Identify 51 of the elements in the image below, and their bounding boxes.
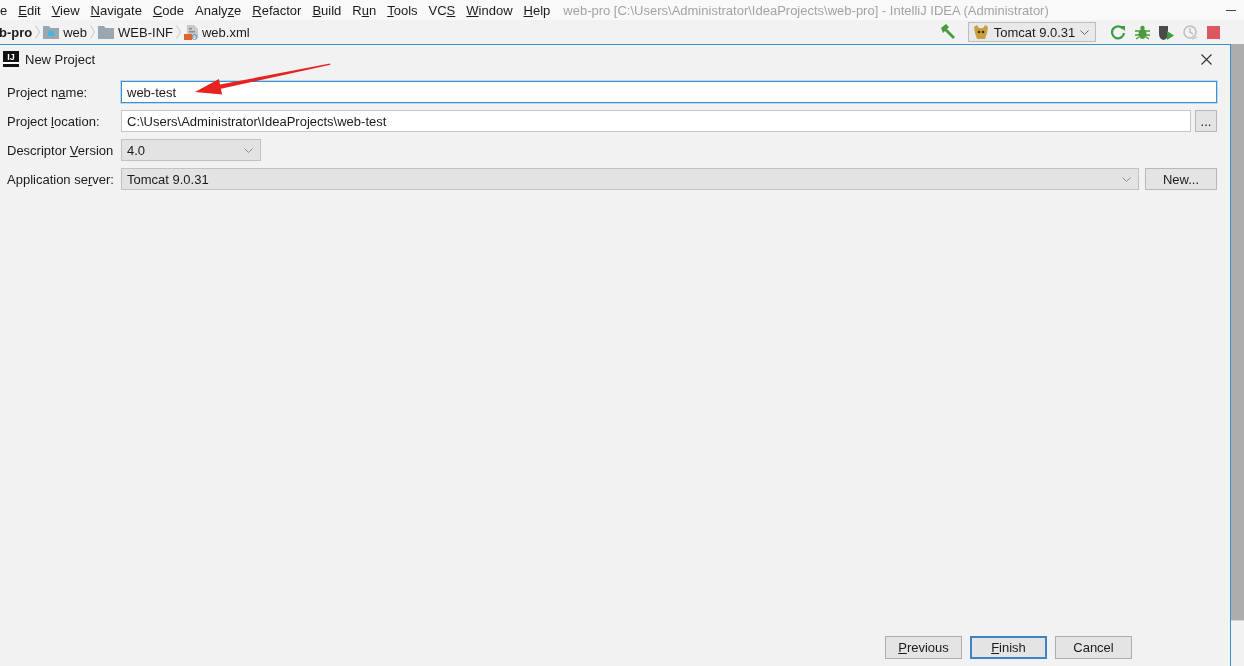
refresh-icon[interactable] [1111,24,1126,40]
menu-item[interactable]: Refactor [252,2,302,18]
field-label: Descriptor Version [7,142,115,158]
field-label: Project location: [7,113,101,129]
web-folder-icon [43,25,60,39]
chevron-down-icon [244,147,253,153]
dialog-button[interactable]: Cancel [1055,636,1132,659]
menu-item[interactable]: Window [466,2,513,18]
dialog-title: New Project [25,51,96,67]
browse-button[interactable]: ... [1195,110,1217,132]
menu-item[interactable]: Code [152,2,184,18]
breadcrumb-item[interactable]: b-pro [0,24,33,40]
menu-item[interactable]: Run [352,2,377,18]
project-location-field[interactable]: C:\Users\Administrator\IdeaProjects\web-test [121,110,1191,132]
descriptor-version-select[interactable]: 4.0 [121,139,261,161]
menu-item[interactable]: e [0,2,8,18]
field-label: Application server: [7,171,115,187]
stop-icon[interactable] [1207,25,1220,39]
new-server-button[interactable]: New... [1145,168,1217,190]
close-icon[interactable] [1201,53,1212,65]
menu-item[interactable]: Navigate [90,2,142,18]
hammer-icon[interactable] [940,24,956,40]
run-configuration-dropdown[interactable]: Tomcat 9.0.31 [968,22,1096,42]
chevron-right-icon [175,25,181,39]
breadcrumb-item[interactable]: web.xml [183,24,250,40]
menu-item[interactable]: Help [523,2,551,18]
menu-item[interactable]: Tools [387,2,418,18]
project-name-field[interactable]: web-test [121,81,1217,103]
dialog-button[interactable]: Finish [970,636,1047,659]
folder-icon [98,25,115,39]
menu-item[interactable]: VCS [428,2,456,18]
chevron-right-icon [90,25,96,39]
field-label: Project name: [7,84,89,100]
app-logo: IJ [3,51,19,67]
shield-play-icon[interactable] [1159,24,1174,40]
breadcrumb-item[interactable]: WEB-INF [98,24,173,40]
minimize-icon[interactable] [1226,9,1236,11]
cat-icon [973,25,989,39]
menu-item[interactable]: Build [312,2,342,18]
menu-item[interactable]: View [51,2,80,18]
chevron-right-icon [35,25,41,39]
breadcrumb-item[interactable]: web [43,24,88,40]
menu-item[interactable]: Analyze [195,2,242,18]
menu-item[interactable]: Edit [18,2,41,18]
window-title: web-pro [C:\Users\Administrator\IdeaProjects\web-pro] - IntelliJ IDEA (Administrator) [563,2,1049,18]
xml-file-icon [183,24,198,40]
dialog-button[interactable]: Previous [885,636,962,659]
application-server-select[interactable]: Tomcat 9.0.31 [121,168,1139,190]
bug-icon[interactable] [1135,24,1150,40]
chevron-down-icon [1122,176,1131,182]
chevron-down-icon [1080,29,1089,35]
